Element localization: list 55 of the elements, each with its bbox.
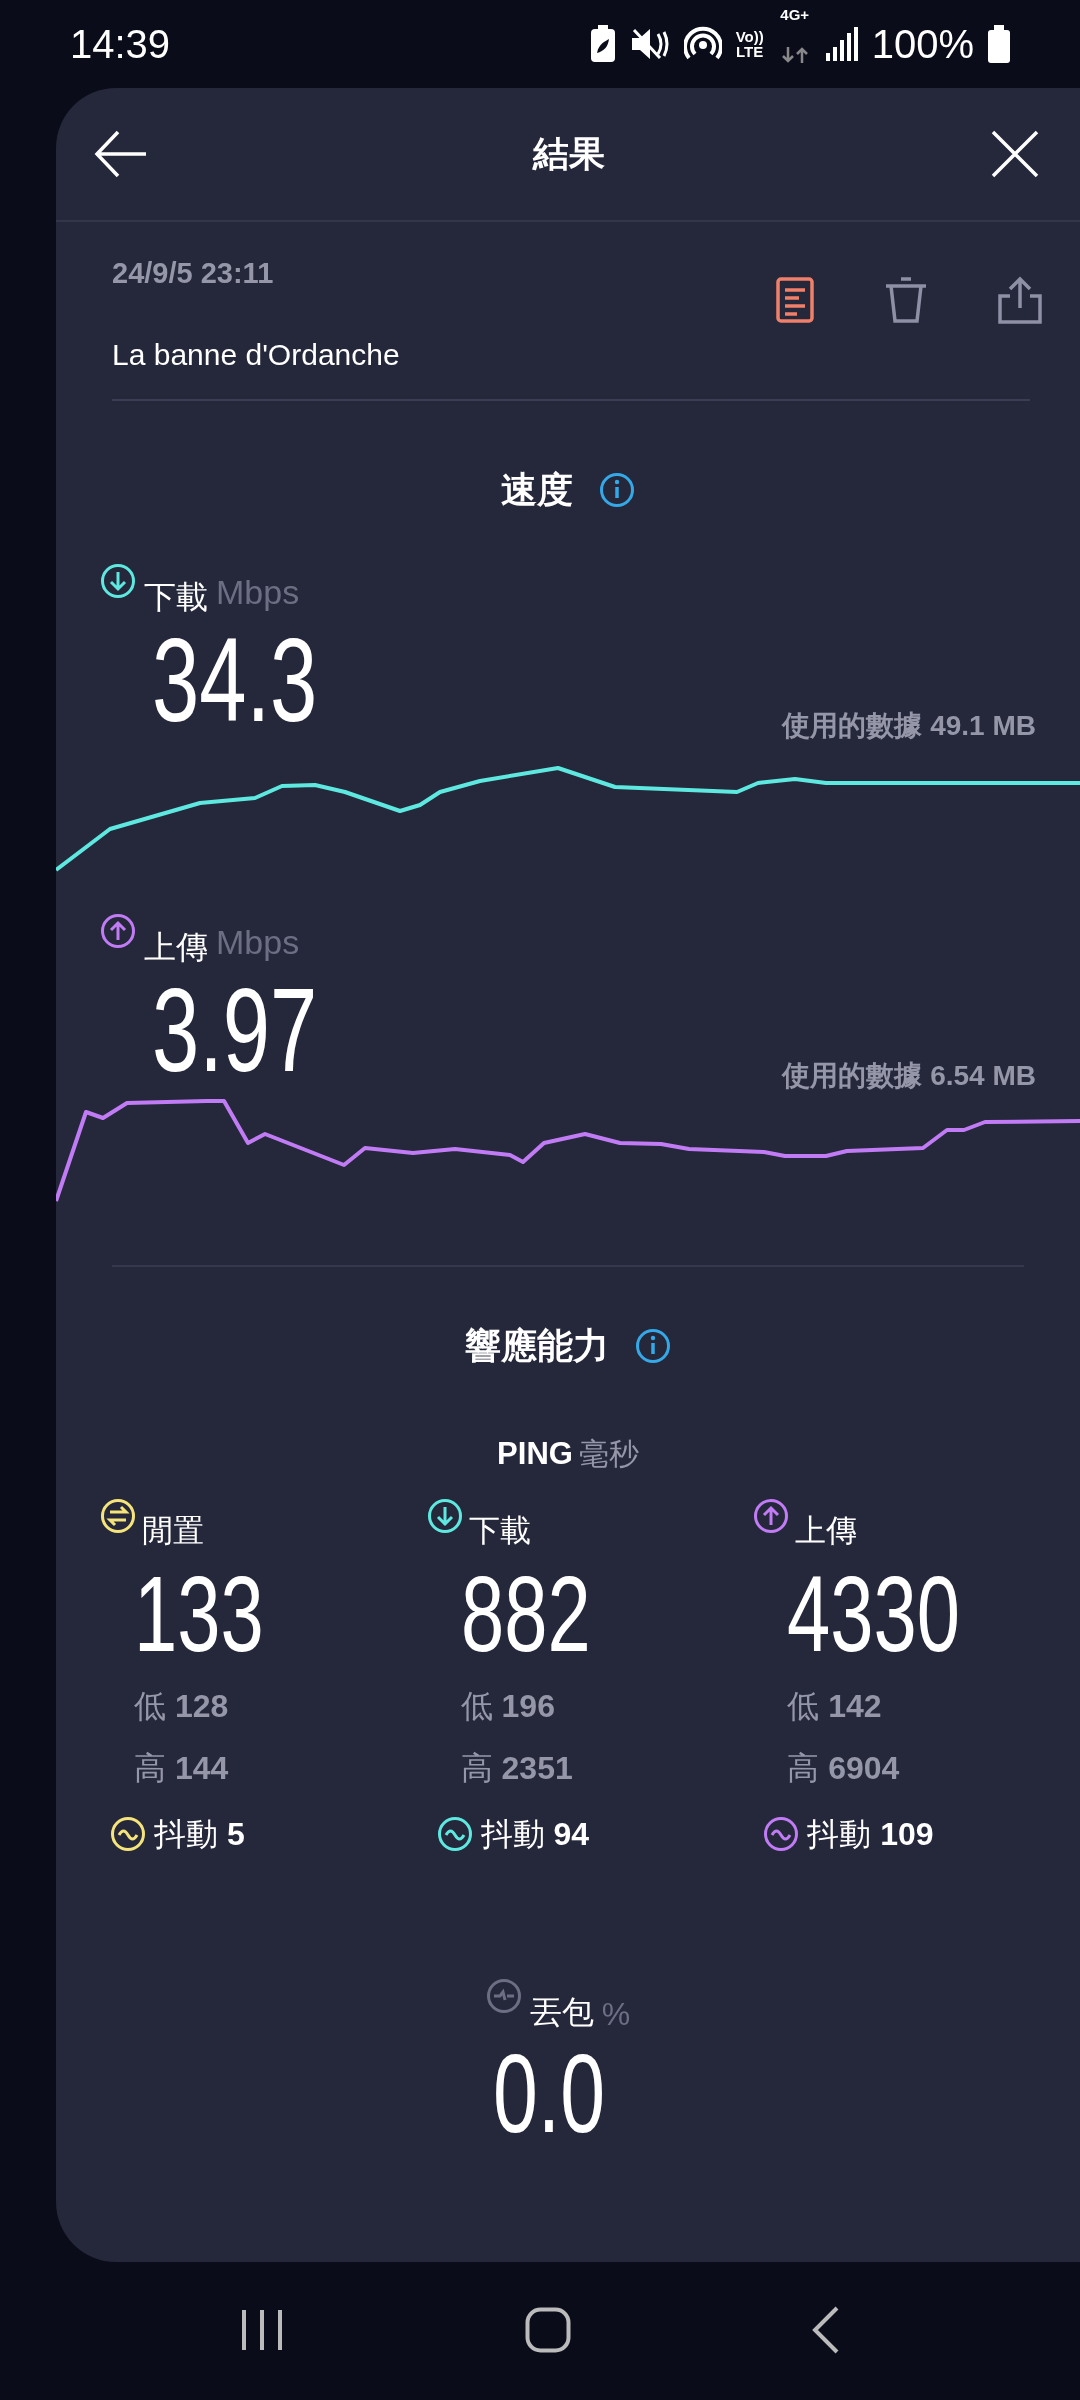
- speed-value: 34.3: [152, 621, 318, 739]
- info-icon[interactable]: [599, 472, 635, 508]
- ping-type-label: 閒置: [142, 1511, 204, 1550]
- ping-unit: 毫秒: [578, 1437, 639, 1470]
- section-title: 響應能力: [465, 1324, 609, 1368]
- share-button[interactable]: [998, 276, 1042, 324]
- ping-low: 低 128: [134, 1687, 230, 1726]
- test-date: 24/9/5 23:11: [112, 256, 274, 291]
- battery-icon: [988, 25, 1010, 63]
- hotspot-icon: [683, 26, 722, 62]
- location-name: La banne d'Ordanche: [112, 332, 1030, 401]
- screen-title: 結果: [533, 132, 605, 176]
- metric-unit: Mbps: [216, 922, 300, 963]
- ping-low: 低 142: [787, 1687, 883, 1726]
- metric-label: 上傳: [144, 928, 208, 967]
- battery-saver-icon: [589, 25, 616, 63]
- jitter-icon: [436, 1816, 473, 1852]
- packet-loss-label: 丟包: [529, 1993, 594, 2032]
- mute-icon: [629, 26, 670, 62]
- packet-loss-unit: %: [601, 1995, 631, 2034]
- ping-high: 高 6904: [787, 1749, 901, 1788]
- ping-low: 低 196: [460, 1687, 556, 1726]
- ping-high: 高 2351: [460, 1749, 574, 1788]
- jitter-icon: [763, 1816, 800, 1852]
- metric-unit: Mbps: [216, 572, 300, 613]
- section-title: 速度: [501, 468, 573, 512]
- status-time: 14:39: [70, 21, 171, 68]
- recent-apps-icon[interactable]: [240, 2307, 285, 2352]
- ping-value: 133: [134, 1560, 264, 1668]
- back-icon[interactable]: [811, 2305, 840, 2354]
- ping-value: 4330: [787, 1560, 961, 1668]
- jitter-icon: [110, 1816, 146, 1852]
- ping-type-label: 上傳: [795, 1511, 858, 1550]
- ping-type-label: 下載: [468, 1511, 531, 1550]
- home-icon[interactable]: [525, 2306, 571, 2353]
- jitter-value: 抖動 5: [154, 1815, 245, 1854]
- data-used: 使用的數據 49.1 MB: [782, 709, 1036, 743]
- jitter-value: 抖動 109: [807, 1815, 934, 1854]
- ping-label: PING: [497, 1436, 573, 1471]
- ping-high: 高 144: [134, 1749, 230, 1788]
- ping-value: 882: [460, 1560, 591, 1668]
- notes-button[interactable]: [776, 276, 814, 324]
- jitter-value: 抖動 94: [480, 1815, 590, 1854]
- close-button[interactable]: [990, 129, 1040, 179]
- delete-button[interactable]: [884, 276, 928, 324]
- volte-indicator: Vo)) LTE: [735, 29, 764, 59]
- packet-loss-value: 0.0: [493, 2038, 606, 2150]
- packet-loss-icon: [485, 1978, 522, 2014]
- metric-label: 下載: [144, 578, 208, 617]
- battery-percent: 100%: [871, 21, 974, 68]
- speed-value: 3.97: [152, 971, 318, 1089]
- info-icon[interactable]: [635, 1328, 671, 1364]
- signal-icon: [825, 27, 858, 61]
- data-used: 使用的數據 6.54 MB: [782, 1059, 1036, 1093]
- network-type: 4G+: [779, 6, 811, 22]
